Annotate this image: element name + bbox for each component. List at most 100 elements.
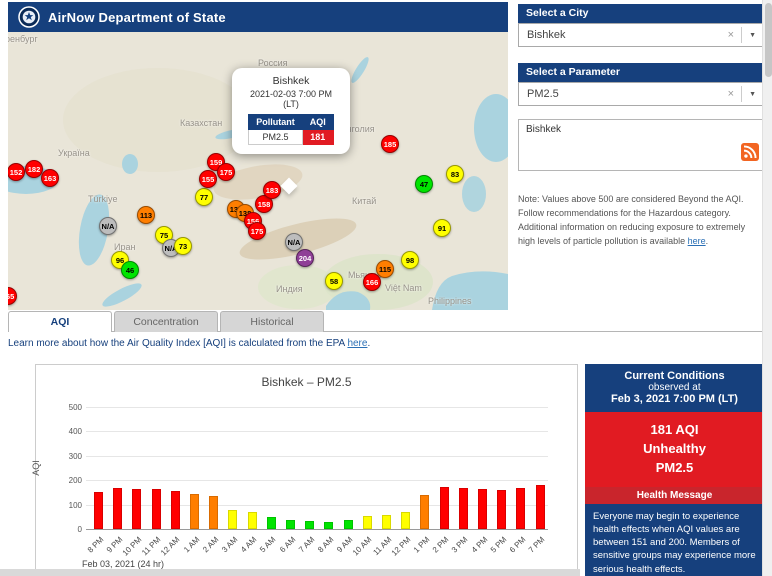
note-text: Note: Values above 500 are considered Be… (518, 194, 745, 246)
aqi-marker[interactable]: 77 (195, 188, 213, 206)
chart-gridline (86, 431, 548, 432)
current-conditions-panel: Current Conditions observed at Feb 3, 20… (585, 364, 764, 576)
y-axis-tick: 300 (50, 452, 82, 461)
city-clear-icon[interactable]: × (721, 29, 741, 41)
y-axis-tick: 500 (50, 403, 82, 412)
epa-link[interactable]: here (347, 338, 367, 349)
aqi-marker[interactable]: 166 (363, 273, 381, 291)
chart-bar[interactable] (401, 512, 410, 529)
chart-bar[interactable] (440, 487, 449, 529)
app-header: AirNow Department of State (8, 2, 508, 32)
map-country-label: Україна (58, 148, 90, 158)
popup-aqi-value: 181 (302, 130, 333, 145)
tab-historical[interactable]: Historical (220, 311, 324, 332)
chart-bar[interactable] (478, 489, 487, 529)
aqi-marker[interactable]: 58 (325, 272, 343, 290)
chart-bar[interactable] (248, 512, 257, 529)
learn-more-text: Learn more about how the Air Quality Ind… (8, 338, 370, 349)
aqi-marker[interactable]: 185 (381, 135, 399, 153)
tab-aqi[interactable]: AQI (8, 311, 112, 332)
note-suffix: . (706, 236, 709, 246)
popup-datetime: 2021-02-03 7:00 PM (237, 89, 345, 99)
select-parameter-header: Select a Parameter (518, 63, 764, 82)
aqi-marker[interactable]: 175 (248, 222, 266, 240)
chart-bar[interactable] (382, 515, 391, 529)
y-axis-tick: 0 (50, 525, 82, 534)
chevron-down-icon[interactable]: ▼ (742, 91, 763, 98)
chart-bar[interactable] (286, 520, 295, 529)
conditions-title: Current Conditions (589, 370, 760, 382)
aqi-marker[interactable]: 91 (433, 219, 451, 237)
rss-icon[interactable] (741, 143, 759, 166)
aqi-value: 181 AQI (589, 421, 760, 440)
chart-bar[interactable] (132, 489, 141, 529)
aqi-marker[interactable]: 204 (296, 249, 314, 267)
aqi-map[interactable]: ОренбургКазахстанРоссияМонголияУкраїнаTü… (8, 32, 508, 310)
page-title: AirNow Department of State (48, 10, 226, 25)
learn-more-prefix: Learn more about how the Air Quality Ind… (8, 338, 347, 349)
chevron-down-icon[interactable]: ▼ (742, 32, 763, 39)
scrollbar-thumb[interactable] (765, 3, 772, 77)
map-country-label: Китай (352, 196, 376, 206)
chart-bar[interactable] (459, 488, 468, 529)
chart-bar[interactable] (94, 492, 103, 529)
map-country-label: Philippines (428, 296, 472, 306)
chart-bar[interactable] (497, 490, 506, 529)
parameter-clear-icon[interactable]: × (721, 88, 741, 100)
aqi-marker[interactable]: N/A (285, 233, 303, 251)
chart-bar[interactable] (363, 516, 372, 529)
chart-bar[interactable] (113, 488, 122, 529)
y-axis-tick: 400 (50, 427, 82, 436)
popup-col-pollutant: Pollutant (249, 115, 303, 130)
chart-bar[interactable] (152, 489, 161, 529)
aqi-marker[interactable]: 175 (217, 163, 235, 181)
aqi-marker[interactable]: 46 (121, 261, 139, 279)
aqi-marker[interactable]: 98 (401, 251, 419, 269)
chart-gridline (86, 456, 548, 457)
aqi-marker[interactable]: 73 (174, 237, 192, 255)
conditions-header: Current Conditions observed at Feb 3, 20… (585, 364, 764, 412)
rss-feed-box: Bishkek (518, 119, 764, 171)
chart-bar[interactable] (228, 510, 237, 529)
chart-bar[interactable] (536, 485, 545, 529)
note-here-link[interactable]: here (688, 236, 706, 246)
chart-bar[interactable] (516, 488, 525, 529)
aqi-marker[interactable]: 163 (41, 169, 59, 187)
aqi-marker[interactable]: 183 (263, 181, 281, 199)
chart-baseline (86, 529, 548, 530)
aqi-marker[interactable]: N/A (99, 217, 117, 235)
chart-gridline (86, 407, 548, 408)
health-message-text: Everyone may begin to experience health … (585, 504, 764, 576)
popup-city: Bishkek (237, 75, 345, 87)
aqi-marker[interactable]: 113 (137, 206, 155, 224)
chart-bar[interactable] (209, 496, 218, 529)
popup-pollutant-value: PM2.5 (249, 130, 303, 145)
conditions-observed-at: observed at (589, 382, 760, 393)
tab-concentration[interactable]: Concentration (114, 311, 218, 332)
chart-gridline (86, 480, 548, 481)
popup-lt: (LT) (237, 99, 345, 109)
sidebar: Select a City Bishkek × ▼ Select a Param… (518, 4, 764, 249)
learn-more-suffix: . (367, 338, 370, 349)
chart-bar[interactable] (267, 517, 276, 529)
chart-bar[interactable] (344, 520, 353, 529)
aqi-value-box: 181 AQI Unhealthy PM2.5 (585, 412, 764, 487)
chart-bar[interactable] (190, 494, 199, 529)
map-country-label: Индия (276, 284, 303, 294)
aqi-parameter: PM2.5 (589, 459, 760, 478)
chart-bar[interactable] (324, 522, 333, 529)
city-dropdown[interactable]: Bishkek × ▼ (518, 23, 764, 47)
city-dropdown-value: Bishkek (527, 29, 721, 41)
chart-bar[interactable] (305, 521, 314, 529)
aqi-marker[interactable]: 83 (446, 165, 464, 183)
aqi-marker[interactable]: 47 (415, 175, 433, 193)
chart-bar[interactable] (420, 495, 429, 529)
popup-table: Pollutant AQI PM2.5 181 (248, 114, 334, 145)
tab-bar: AQI Concentration Historical (8, 311, 326, 332)
map-popup[interactable]: Bishkek 2021-02-03 7:00 PM (LT) Pollutan… (232, 68, 350, 154)
parameter-dropdown[interactable]: PM2.5 × ▼ (518, 82, 764, 106)
vertical-scrollbar[interactable] (762, 0, 772, 576)
aqi-marker[interactable]: 155 (199, 170, 217, 188)
chart-bar[interactable] (171, 491, 180, 529)
rss-city-label: Bishkek (519, 120, 763, 139)
